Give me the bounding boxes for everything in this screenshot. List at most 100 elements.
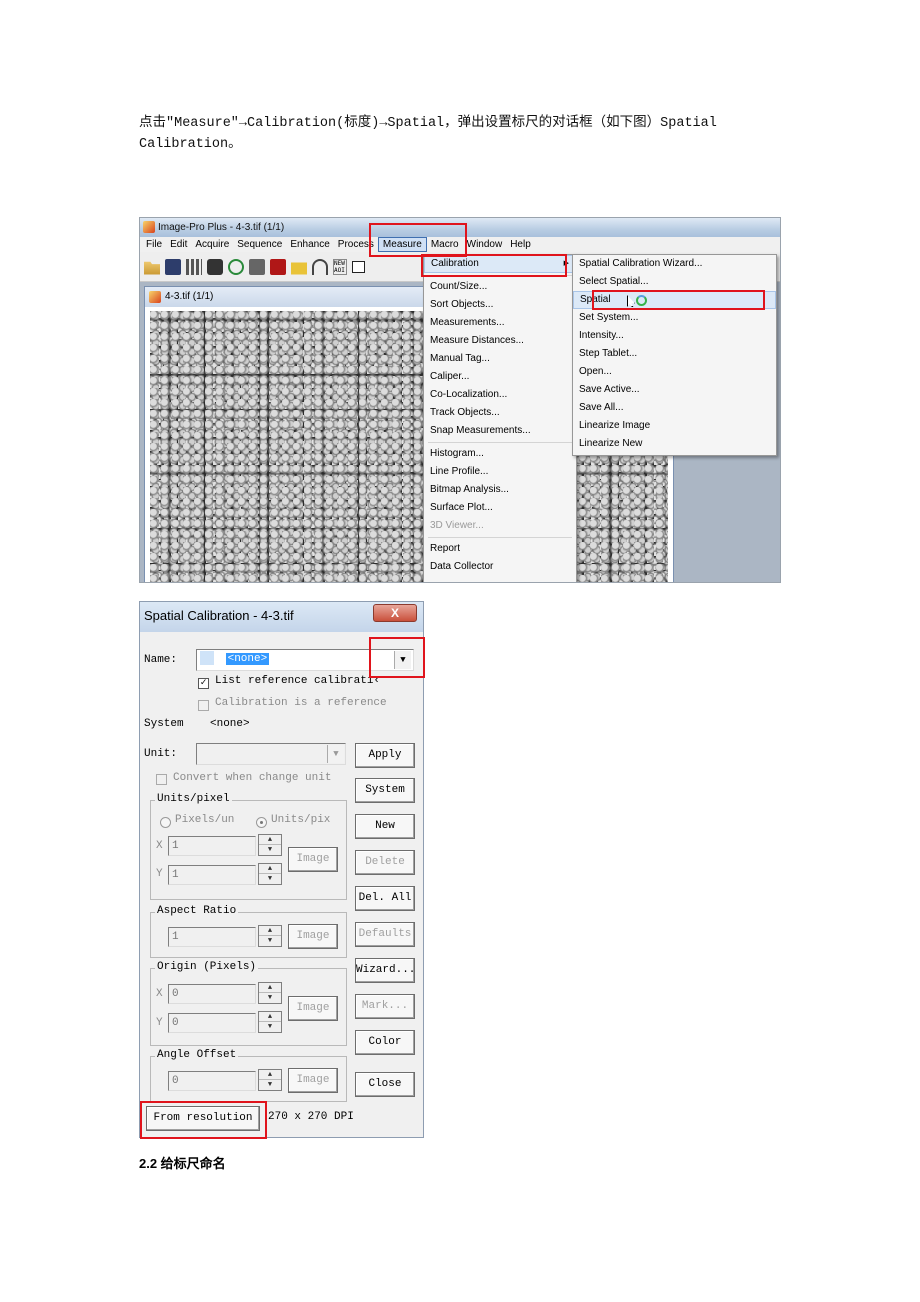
spin-up-icon[interactable]: ▲ <box>259 835 281 845</box>
book-icon[interactable] <box>270 258 286 275</box>
measure-item-bitmap-analysis[interactable]: Bitmap Analysis... <box>424 481 576 499</box>
upp-image-button[interactable]: Image <box>288 847 338 872</box>
measure-item-count-size[interactable]: Count/Size... <box>424 278 576 296</box>
angle-image-button[interactable]: Image <box>288 1068 338 1093</box>
calib-item-spatial[interactable]: Spatial <box>573 291 776 309</box>
menu-process[interactable]: Process <box>334 237 378 252</box>
undo-icon[interactable] <box>312 258 328 275</box>
upp-x-spinner[interactable]: ▲ ▼ <box>258 834 282 856</box>
menu-macro[interactable]: Macro <box>427 237 463 252</box>
close-button[interactable]: Close <box>355 1072 415 1097</box>
spin-down-icon[interactable]: ▼ <box>259 993 281 1003</box>
spin-up-icon[interactable]: ▲ <box>259 983 281 993</box>
measure-item-label: Bitmap Analysis... <box>430 484 509 495</box>
origin-image-button[interactable]: Image <box>288 996 338 1021</box>
aspect-ratio-field[interactable]: 1 <box>168 927 256 947</box>
spin-down-icon[interactable]: ▼ <box>259 845 281 855</box>
angle-offset-field[interactable]: 0 <box>168 1071 256 1091</box>
calib-item-intensity[interactable]: Intensity... <box>573 327 776 345</box>
calib-item-spatial-calibration-wizard[interactable]: Spatial Calibration Wizard... <box>573 255 776 273</box>
print-icon[interactable] <box>249 258 265 275</box>
origin-x-field[interactable]: 0 <box>168 984 256 1004</box>
calib-item-linearize-new[interactable]: Linearize New <box>573 435 776 453</box>
measure-item-sort-objects[interactable]: Sort Objects... <box>424 296 576 314</box>
origin-y-field[interactable]: 0 <box>168 1013 256 1033</box>
delete-all-button[interactable]: Del. All <box>355 886 415 911</box>
measure-item-track-objects[interactable]: Track Objects... <box>424 404 576 422</box>
list-reference-checkbox[interactable]: ✓ <box>198 678 209 689</box>
measure-item-surface-plot[interactable]: Surface Plot... <box>424 499 576 517</box>
wizard-button[interactable]: Wizard... <box>355 958 415 983</box>
new-aoi-icon[interactable]: NEW AOI <box>333 258 347 275</box>
delete-button[interactable]: Delete <box>355 850 415 875</box>
apply-button[interactable]: Apply <box>355 743 415 768</box>
system-button[interactable]: System <box>355 778 415 803</box>
measure-item-report[interactable]: Report <box>424 540 576 558</box>
spin-down-icon[interactable]: ▼ <box>259 1080 281 1090</box>
angle-offset-spinner[interactable]: ▲ ▼ <box>258 1069 282 1091</box>
measure-item-calibration[interactable]: Calibration ▶ <box>424 255 576 273</box>
mail-icon[interactable] <box>291 262 307 275</box>
spin-up-icon[interactable]: ▲ <box>259 926 281 936</box>
measure-item-snap-measurements[interactable]: Snap Measurements... <box>424 422 576 440</box>
lasso-icon[interactable] <box>228 258 244 275</box>
menu-edit[interactable]: Edit <box>166 237 191 252</box>
calib-item-set-system[interactable]: Set System... <box>573 309 776 327</box>
menu-file[interactable]: File <box>142 237 166 252</box>
upp-x-field[interactable]: 1 <box>168 836 256 856</box>
menu-acquire[interactable]: Acquire <box>191 237 233 252</box>
menu-measure[interactable]: Measure <box>377 237 427 252</box>
open-icon[interactable] <box>144 261 160 275</box>
origin-x-spinner[interactable]: ▲ ▼ <box>258 982 282 1004</box>
measure-item-manual-tag[interactable]: Manual Tag... <box>424 350 576 368</box>
calib-item-open[interactable]: Open... <box>573 363 776 381</box>
chevron-down-icon[interactable]: ▼ <box>394 651 411 669</box>
units-per-pixel-radio[interactable] <box>256 817 267 828</box>
measure-item-line-profile[interactable]: Line Profile... <box>424 463 576 481</box>
grid-icon[interactable] <box>186 258 202 275</box>
measure-item-measure-distances[interactable]: Measure Distances... <box>424 332 576 350</box>
measure-item-histogram[interactable]: Histogram... <box>424 445 576 463</box>
menu-help[interactable]: Help <box>506 237 535 252</box>
spin-down-icon[interactable]: ▼ <box>259 1022 281 1032</box>
measure-item-caliper[interactable]: Caliper... <box>424 368 576 386</box>
unit-combobox[interactable]: ▼ <box>196 743 346 765</box>
from-resolution-button[interactable]: From resolution <box>146 1106 260 1131</box>
name-combobox[interactable]: <none> ▼ <box>196 649 414 671</box>
pixels-per-unit-radio[interactable] <box>160 817 171 828</box>
measure-item-co-localization[interactable]: Co-Localization... <box>424 386 576 404</box>
aspect-ratio-spinner[interactable]: ▲ ▼ <box>258 925 282 947</box>
menu-sequence[interactable]: Sequence <box>233 237 286 252</box>
aspect-image-button[interactable]: Image <box>288 924 338 949</box>
calib-item-linearize-image[interactable]: Linearize Image <box>573 417 776 435</box>
camera-icon[interactable] <box>207 258 223 275</box>
is-reference-checkbox[interactable] <box>198 700 209 711</box>
spin-down-icon[interactable]: ▼ <box>259 874 281 884</box>
calib-item-save-all[interactable]: Save All... <box>573 399 776 417</box>
spin-down-icon[interactable]: ▼ <box>259 936 281 946</box>
origin-y-label: Y <box>156 1017 163 1029</box>
close-icon[interactable]: X <box>373 604 417 622</box>
mark-button[interactable]: Mark... <box>355 994 415 1019</box>
upp-y-spinner[interactable]: ▲ ▼ <box>258 863 282 885</box>
origin-y-spinner[interactable]: ▲ ▼ <box>258 1011 282 1033</box>
new-button[interactable]: New <box>355 814 415 839</box>
calib-item-step-tablet[interactable]: Step Tablet... <box>573 345 776 363</box>
menu-enhance[interactable]: Enhance <box>286 237 333 252</box>
upp-y-field[interactable]: 1 <box>168 865 256 885</box>
measure-item-3d-viewer[interactable]: 3D Viewer... <box>424 517 576 535</box>
menu-window[interactable]: Window <box>463 237 507 252</box>
save-icon[interactable] <box>165 258 181 275</box>
measure-item-data-collector[interactable]: Data Collector <box>424 558 576 576</box>
rectangle-icon[interactable] <box>352 260 365 273</box>
unit-chevron-down-icon[interactable]: ▼ <box>327 745 344 763</box>
spin-up-icon[interactable]: ▲ <box>259 864 281 874</box>
color-button[interactable]: Color <box>355 1030 415 1055</box>
spin-up-icon[interactable]: ▲ <box>259 1012 281 1022</box>
convert-unit-checkbox[interactable] <box>156 774 167 785</box>
measure-item-measurements[interactable]: Measurements... <box>424 314 576 332</box>
spin-up-icon[interactable]: ▲ <box>259 1070 281 1080</box>
defaults-button[interactable]: Defaults <box>355 922 415 947</box>
calib-item-select-spatial[interactable]: Select Spatial... <box>573 273 776 291</box>
calib-item-save-active[interactable]: Save Active... <box>573 381 776 399</box>
